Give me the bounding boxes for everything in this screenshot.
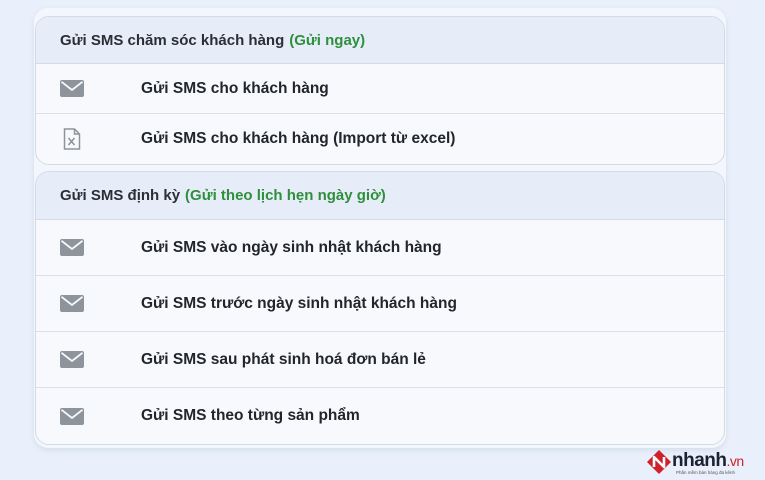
nhanh-logo: nhanh.vn Phần mềm bán hàng đa kênh [646, 447, 761, 477]
section-header: Gửi SMS định kỳ (Gửi theo lịch hẹn ngày … [36, 172, 724, 220]
section-title: Gửi SMS chăm sóc khách hàng [60, 31, 285, 49]
logo-tld: .vn [726, 453, 745, 469]
send-sms-by-product-item[interactable]: Gửi SMS theo từng sản phẩm [36, 388, 724, 444]
send-sms-customer-item[interactable]: Gửi SMS cho khách hàng [36, 64, 724, 114]
envelope-icon [60, 406, 84, 426]
envelope-icon [60, 350, 84, 370]
section-note: (Gửi theo lịch hẹn ngày giờ) [185, 187, 386, 204]
envelope-icon [60, 79, 84, 99]
send-sms-excel-import-item[interactable]: Gửi SMS cho khách hàng (Import từ excel) [36, 114, 724, 164]
nhanh-logo-mark-icon [646, 449, 672, 475]
logo-tagline: Phần mềm bán hàng đa kênh [676, 470, 736, 475]
item-label: Gửi SMS sau phát sinh hoá đơn bán lẻ [141, 350, 426, 368]
excel-file-icon [60, 128, 84, 150]
send-sms-after-invoice-item[interactable]: Gửi SMS sau phát sinh hoá đơn bán lẻ [36, 332, 724, 388]
item-label: Gửi SMS vào ngày sinh nhật khách hàng [141, 238, 442, 256]
send-sms-before-birthday-item[interactable]: Gửi SMS trước ngày sinh nhật khách hàng [36, 276, 724, 332]
section-note: (Gửi ngay) [289, 31, 366, 49]
item-label: Gửi SMS cho khách hàng [141, 79, 329, 97]
envelope-icon [60, 238, 84, 258]
section-title: Gửi SMS định kỳ [60, 187, 181, 204]
item-label: Gửi SMS theo từng sản phẩm [141, 407, 360, 424]
item-label: Gửi SMS trước ngày sinh nhật khách hàng [141, 294, 457, 312]
envelope-icon [60, 294, 84, 314]
item-label: Gửi SMS cho khách hàng (Import từ excel) [141, 130, 456, 147]
send-sms-birthday-item[interactable]: Gửi SMS vào ngày sinh nhật khách hàng [36, 220, 724, 276]
section-header: Gửi SMS chăm sóc khách hàng (Gửi ngay) [36, 17, 724, 64]
section-scheduled: Gửi SMS định kỳ (Gửi theo lịch hẹn ngày … [35, 171, 725, 445]
section-customer-care: Gửi SMS chăm sóc khách hàng (Gửi ngay) G… [35, 16, 725, 165]
logo-name: nhanh [672, 450, 727, 471]
logo-wordmark: nhanh.vn [672, 450, 744, 472]
